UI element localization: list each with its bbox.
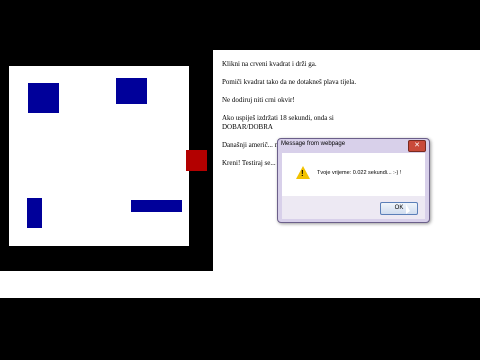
instruction-3: Ne dodiruj niti crni okvir!	[222, 96, 295, 104]
warning-icon: !	[296, 166, 310, 179]
dialog-footer: OK	[282, 196, 425, 219]
game-field	[9, 66, 189, 246]
dialog-message: Tvoje vrijeme: 0.022 sekundi... :-) !	[317, 170, 402, 176]
ok-button[interactable]: OK	[380, 202, 418, 215]
close-button[interactable]: ✕	[408, 140, 426, 152]
blue-block-top-left	[28, 83, 59, 113]
instruction-2: Pomiči kvadrat tako da ne dotakneš plava…	[222, 78, 357, 86]
blue-block-top-right	[116, 78, 147, 104]
alert-dialog: Message from webpage ✕ ! Tvoje vrijeme: …	[277, 138, 430, 223]
red-square[interactable]	[186, 150, 207, 171]
blue-block-bottom-right	[131, 200, 182, 212]
blue-block-bottom-left	[27, 198, 42, 228]
instruction-4: Ako uspiješ izdržati 18 sekundi, onda si…	[222, 114, 334, 131]
mouse-cursor-icon	[406, 204, 410, 214]
dialog-title: Message from webpage	[281, 141, 346, 147]
instruction-1: Klikni na crveni kvadrat i drži ga.	[222, 60, 317, 68]
dialog-body: ! Tvoje vrijeme: 0.022 sekundi... :-) !	[282, 153, 425, 196]
